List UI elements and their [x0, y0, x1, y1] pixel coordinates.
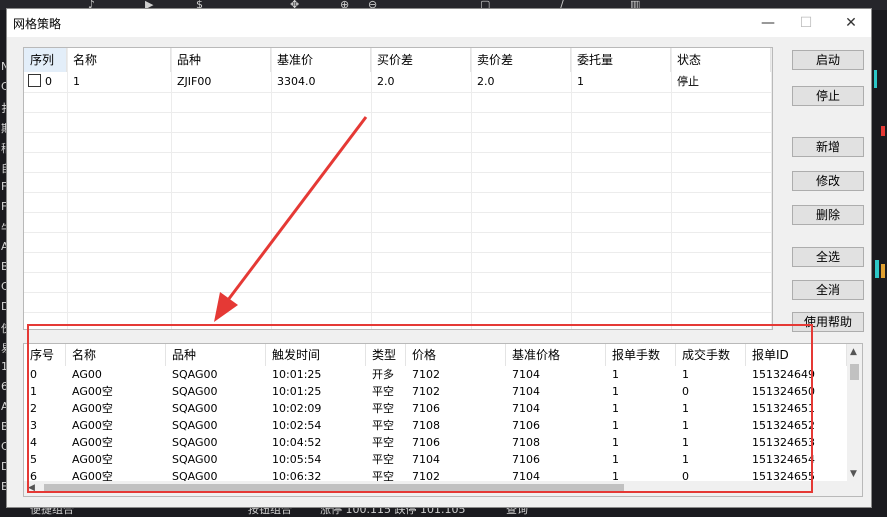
- annotation-arrow-icon: [214, 116, 368, 322]
